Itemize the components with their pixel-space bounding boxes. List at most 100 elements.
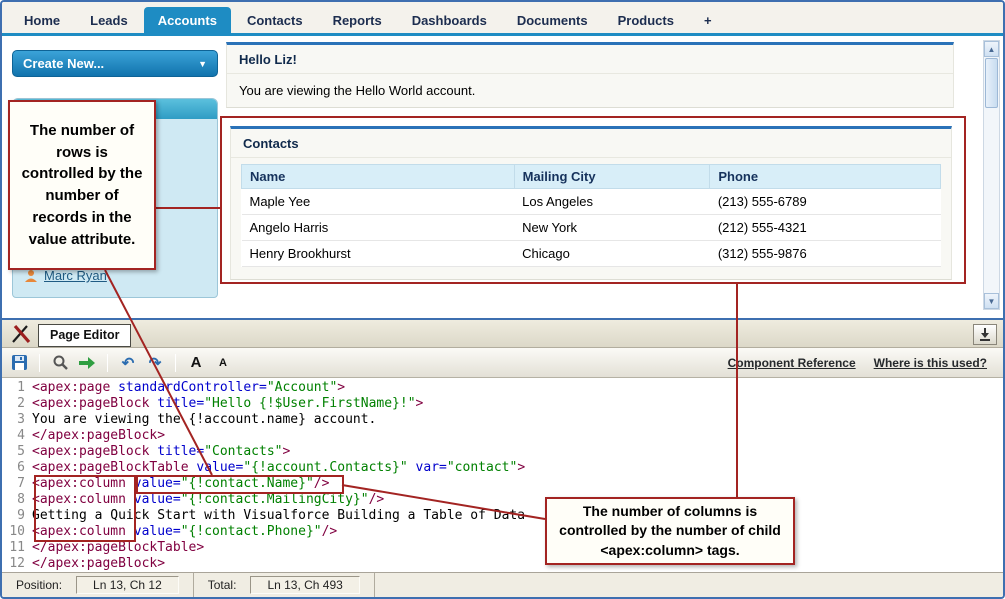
contacts-pageblock: Contacts Name Mailing City Phone Maple Y… bbox=[230, 126, 952, 280]
code-line: </apex:pageBlock> bbox=[32, 556, 1003, 572]
tab-leads[interactable]: Leads bbox=[76, 7, 142, 33]
contact-row: Henry Brookhurst Chicago (312) 555-9876 bbox=[242, 241, 941, 267]
code-editor: 123456789101112 <apex:page standardContr… bbox=[2, 378, 1003, 572]
user-link[interactable]: Marc Ryan bbox=[44, 268, 107, 283]
scroll-up-button[interactable]: ▲ bbox=[984, 41, 999, 57]
contact-name-cell: Henry Brookhurst bbox=[242, 241, 515, 267]
search-icon bbox=[52, 354, 69, 371]
status-position-segment: Position: Ln 13, Ch 12 bbox=[2, 573, 194, 597]
redo-button[interactable]: ↷ bbox=[146, 353, 164, 373]
undo-button[interactable]: ↶ bbox=[119, 353, 137, 373]
scroll-down-button[interactable]: ▼ bbox=[984, 293, 999, 309]
total-value: Ln 13, Ch 493 bbox=[250, 576, 359, 594]
code-line: <apex:pageBlock title="Hello {!$User.Fir… bbox=[32, 396, 1003, 412]
green-arrow-icon bbox=[78, 356, 96, 370]
line-number: 6 bbox=[2, 460, 25, 476]
contact-city-cell: Los Angeles bbox=[514, 189, 710, 215]
component-reference-link[interactable]: Component Reference bbox=[728, 356, 856, 370]
contact-name-cell: Angelo Harris bbox=[242, 215, 515, 241]
code-line: </apex:pageBlock> bbox=[32, 428, 1003, 444]
toolbar-separator bbox=[107, 354, 108, 372]
save-button[interactable] bbox=[10, 353, 28, 373]
page-editor-tab[interactable]: Page Editor bbox=[38, 324, 131, 347]
font-decrease-icon: A bbox=[219, 357, 227, 369]
contacts-table-wrap: Name Mailing City Phone Maple Yee Los An… bbox=[231, 157, 951, 277]
code-line: <apex:column value="{!contact.Name}"/> bbox=[32, 476, 1003, 492]
toolbar-separator bbox=[175, 354, 176, 372]
contact-city-cell: New York bbox=[514, 215, 710, 241]
contact-city-cell: Chicago bbox=[514, 241, 710, 267]
col-header-name: Name bbox=[242, 165, 515, 189]
tab-home[interactable]: Home bbox=[10, 7, 74, 33]
scroll-up-icon: ▲ bbox=[988, 45, 996, 54]
person-icon bbox=[24, 269, 38, 283]
recent-item-row: Marc Ryan bbox=[24, 268, 107, 283]
tab-add[interactable]: + bbox=[690, 7, 726, 33]
app-tab-bar: Home Leads Accounts Contacts Reports Das… bbox=[2, 2, 1003, 36]
position-value: Ln 13, Ch 12 bbox=[76, 576, 179, 594]
editor-toolbar: ↶ ↷ A A Component Reference Where is thi… bbox=[2, 348, 1003, 378]
where-used-link[interactable]: Where is this used? bbox=[874, 356, 987, 370]
contacts-header-row: Name Mailing City Phone bbox=[242, 165, 941, 189]
contact-phone-cell: (212) 555-4321 bbox=[710, 215, 941, 241]
hello-title: Hello Liz! bbox=[227, 45, 953, 73]
tab-accounts[interactable]: Accounts bbox=[144, 7, 231, 33]
line-number: 10 bbox=[2, 524, 25, 540]
contact-row: Maple Yee Los Angeles (213) 555-6789 bbox=[242, 189, 941, 215]
code-line: <apex:pageBlockTable value="{!account.Co… bbox=[32, 460, 1003, 476]
line-number: 7 bbox=[2, 476, 25, 492]
contacts-title: Contacts bbox=[231, 129, 951, 157]
tab-contacts[interactable]: Contacts bbox=[233, 7, 317, 33]
code-line: <apex:page standardController="Account"> bbox=[32, 380, 1003, 396]
download-arrow-icon bbox=[978, 328, 992, 341]
position-label: Position: bbox=[16, 578, 62, 592]
line-number: 11 bbox=[2, 540, 25, 556]
contact-phone-cell: (312) 555-9876 bbox=[710, 241, 941, 267]
redo-icon: ↷ bbox=[149, 354, 162, 372]
dev-mode-x-icon[interactable] bbox=[10, 323, 32, 345]
contact-name-cell: Maple Yee bbox=[242, 189, 515, 215]
code-line: </apex:pageBlockTable> bbox=[32, 540, 1003, 556]
salesforce-window: Home Leads Accounts Contacts Reports Das… bbox=[0, 0, 1005, 599]
tab-products[interactable]: Products bbox=[604, 7, 688, 33]
go-button[interactable] bbox=[78, 353, 96, 373]
line-number: 2 bbox=[2, 396, 25, 412]
hello-body: You are viewing the Hello World account. bbox=[227, 73, 953, 110]
line-number: 12 bbox=[2, 556, 25, 572]
tab-documents[interactable]: Documents bbox=[503, 7, 602, 33]
code-line: You are viewing the {!account.name} acco… bbox=[32, 412, 1003, 428]
tab-dashboards[interactable]: Dashboards bbox=[398, 7, 501, 33]
line-number: 3 bbox=[2, 412, 25, 428]
scroll-down-icon: ▼ bbox=[988, 297, 996, 306]
font-size-decrease-button[interactable]: A bbox=[214, 353, 232, 373]
contact-phone-cell: (213) 555-6789 bbox=[710, 189, 941, 215]
status-total-segment: Total: Ln 13, Ch 493 bbox=[194, 573, 375, 597]
code-line: <apex:column value="{!contact.Phone}"/> bbox=[32, 524, 1003, 540]
code-line: <apex:pageBlock title="Contacts"> bbox=[32, 444, 1003, 460]
scrollbar-thumb[interactable] bbox=[985, 58, 998, 108]
search-button[interactable] bbox=[51, 353, 69, 373]
editor-status-bar: Position: Ln 13, Ch 12 Total: Ln 13, Ch … bbox=[2, 572, 1003, 597]
code-line: <apex:column value="{!contact.MailingCit… bbox=[32, 492, 1003, 508]
collapse-editor-button[interactable] bbox=[973, 324, 997, 345]
col-header-city: Mailing City bbox=[514, 165, 710, 189]
dropdown-arrow-icon: ▼ bbox=[198, 59, 207, 69]
save-disk-icon bbox=[11, 354, 28, 371]
contacts-table: Name Mailing City Phone Maple Yee Los An… bbox=[241, 164, 941, 267]
col-header-phone: Phone bbox=[710, 165, 941, 189]
font-size-increase-button[interactable]: A bbox=[187, 353, 205, 373]
page-preview: Create New... ▼ Marc Ryan Hello Liz! You… bbox=[2, 36, 1003, 318]
create-new-label: Create New... bbox=[23, 56, 104, 71]
hello-pageblock: Hello Liz! You are viewing the Hello Wor… bbox=[226, 42, 954, 108]
line-number: 1 bbox=[2, 380, 25, 396]
total-label: Total: bbox=[208, 578, 237, 592]
toolbar-links: Component Reference Where is this used? bbox=[728, 356, 995, 370]
sidebar-panel-header bbox=[13, 99, 217, 119]
code-body[interactable]: <apex:page standardController="Account">… bbox=[32, 380, 1003, 572]
line-number: 5 bbox=[2, 444, 25, 460]
line-number: 4 bbox=[2, 428, 25, 444]
preview-scrollbar[interactable]: ▲ ▼ bbox=[983, 40, 1000, 310]
tab-reports[interactable]: Reports bbox=[319, 7, 396, 33]
create-new-button[interactable]: Create New... ▼ bbox=[12, 50, 218, 77]
toolbar-separator bbox=[39, 354, 40, 372]
